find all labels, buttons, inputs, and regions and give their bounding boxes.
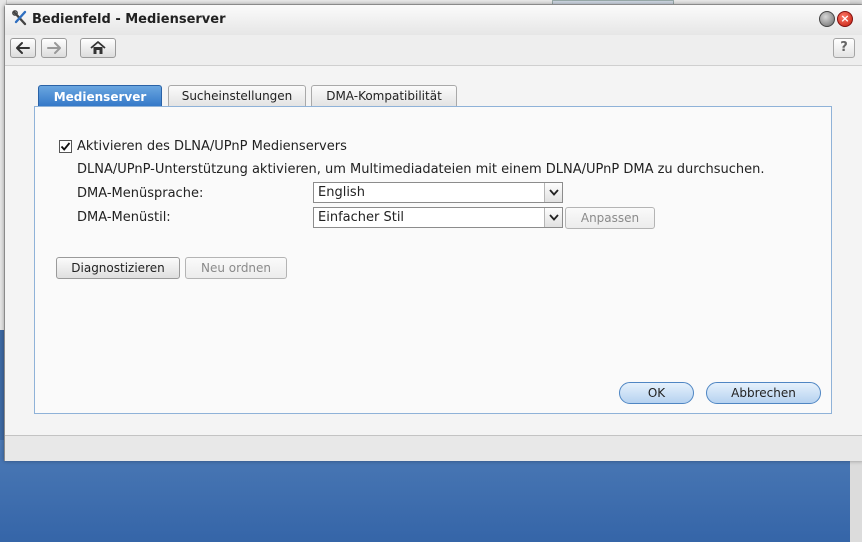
back-button[interactable] — [10, 38, 36, 58]
home-button[interactable] — [80, 38, 116, 58]
check-icon — [60, 142, 71, 151]
arrow-left-icon — [15, 41, 31, 55]
customize-button[interactable]: Anpassen — [565, 207, 655, 229]
tools-icon — [11, 9, 29, 27]
home-icon — [90, 41, 106, 55]
tab-medienserver[interactable]: Medienserver — [38, 85, 162, 108]
control-panel-window: Bedienfeld - Medienserver × ? Medienserv… — [4, 4, 862, 461]
navigation-toolbar: ? — [5, 35, 862, 66]
description-text: DLNA/UPnP-Unterstützung aktivieren, um M… — [77, 162, 765, 177]
help-button[interactable]: ? — [833, 38, 855, 58]
minimize-button[interactable] — [819, 11, 835, 27]
menu-language-select[interactable]: English — [313, 182, 563, 203]
window-title: Bedienfeld - Medienserver — [32, 12, 226, 27]
enable-dlna-checkbox[interactable] — [59, 140, 72, 153]
menu-style-label: DMA-Menüstil: — [77, 210, 171, 225]
enable-dlna-label[interactable]: Aktivieren des DLNA/UPnP Medienservers — [77, 139, 347, 154]
menu-language-value: English — [318, 185, 365, 200]
menu-style-select[interactable]: Einfacher Stil — [313, 207, 563, 228]
menu-language-label: DMA-Menüsprache: — [77, 186, 204, 201]
close-button[interactable]: × — [837, 11, 853, 27]
chevron-down-icon[interactable] — [544, 183, 562, 202]
forward-button[interactable] — [41, 38, 67, 58]
chevron-down-icon[interactable] — [544, 208, 562, 227]
cancel-button[interactable]: Abbrechen — [706, 382, 821, 404]
diagnose-button[interactable]: Diagnostizieren — [56, 257, 180, 279]
arrow-right-icon — [46, 41, 62, 55]
ok-button[interactable]: OK — [619, 382, 694, 404]
tab-dma-kompatibilitaet[interactable]: DMA-Kompatibilität — [311, 85, 457, 106]
reorder-button[interactable]: Neu ordnen — [185, 257, 287, 279]
tab-sucheinstellungen[interactable]: Sucheinstellungen — [168, 85, 306, 106]
menu-style-value: Einfacher Stil — [318, 210, 405, 225]
title-bar[interactable]: Bedienfeld - Medienserver × — [5, 5, 862, 35]
window-footer — [5, 435, 862, 461]
